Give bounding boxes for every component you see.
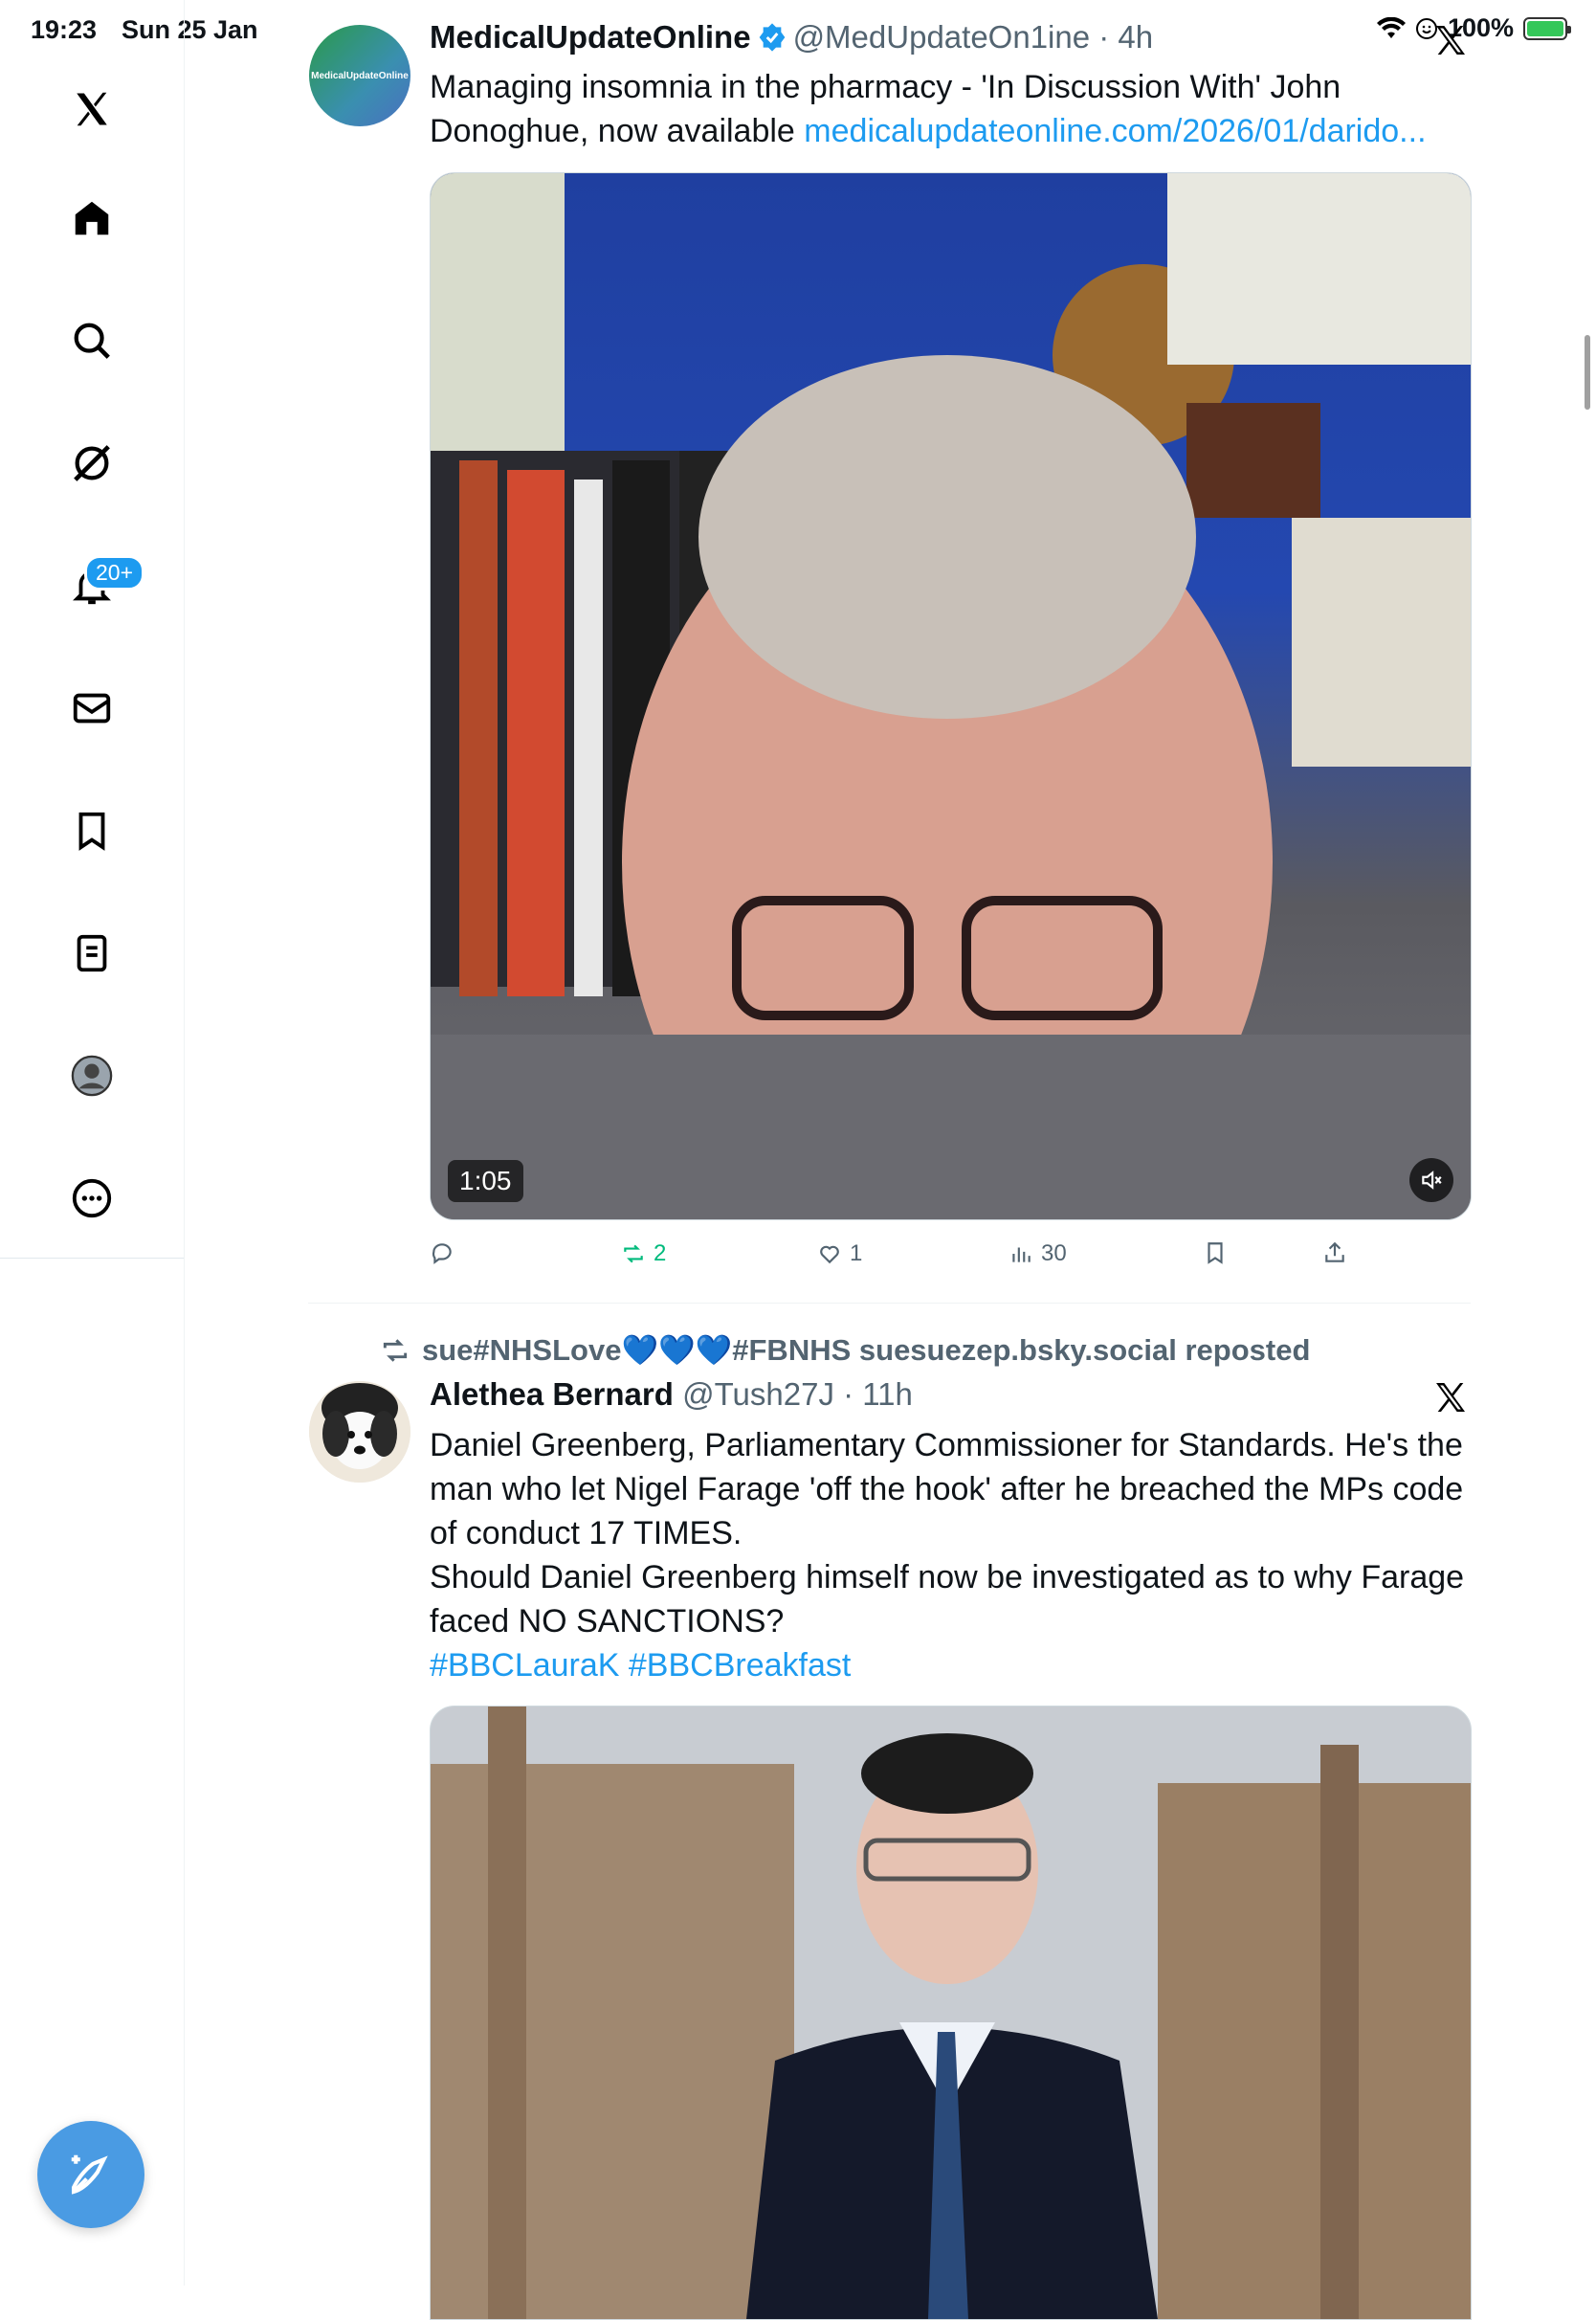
compose-button[interactable]: [37, 2121, 144, 2228]
repost-icon: [383, 1338, 408, 1362]
wifi-icon: [1376, 16, 1406, 38]
avatar[interactable]: MedicalUpdateOnline: [309, 25, 410, 126]
tweet-text-line-2: Should Daniel Greenberg himself now be i…: [430, 1559, 1465, 1640]
repost-indicator[interactable]: sue#NHSLove💙💙💙#FBNHS suesuezep.bsky.soci…: [380, 1332, 1310, 1368]
home-icon: [75, 201, 109, 235]
sidebar-item-grok[interactable]: [67, 438, 117, 488]
notifications-badge: 20+: [84, 555, 145, 591]
bookmark-icon: [1208, 1242, 1223, 1264]
tweet-photo: [431, 1707, 1471, 2319]
tweet-hashtags[interactable]: #BBCLauraK #BBCBreakfast: [430, 1643, 1473, 1687]
sidebar-item-explore[interactable]: [67, 316, 117, 366]
x-source-icon: [1436, 26, 1465, 55]
repost-by-text: sue#NHSLove💙💙💙#FBNHS suesuezep.bsky.soci…: [422, 1333, 1311, 1367]
scrollbar[interactable]: [1585, 335, 1590, 410]
share-icon: [1325, 1241, 1344, 1262]
heart-icon: [820, 1245, 839, 1264]
x-logo[interactable]: [67, 84, 117, 134]
tweet-link[interactable]: medicalupdateonline.com/2026/01/darido..…: [804, 113, 1426, 149]
sidebar: 20+: [0, 0, 185, 2286]
tweet-text: Managing insomnia in the pharmacy - 'In …: [430, 65, 1473, 153]
sidebar-item-lists[interactable]: [67, 928, 117, 978]
x-source-icon: [1436, 1383, 1465, 1412]
bookmark-icon: [78, 812, 105, 851]
tweet-image[interactable]: [430, 1706, 1472, 2320]
verified-badge-icon: [759, 23, 785, 52]
author-handle[interactable]: @MedUpdateOn1ine: [793, 19, 1091, 55]
speaker-muted-icon: [1422, 1171, 1442, 1190]
mute-button[interactable]: [1409, 1158, 1453, 1202]
tweet-actions: 2 1 30: [430, 1240, 1473, 1275]
tweet-header: MedicalUpdateOnline @MedUpdateOn1ine · 4h: [430, 19, 1153, 56]
repost-icon: [624, 1244, 643, 1263]
author-handle[interactable]: @Tush27J: [682, 1376, 834, 1412]
dog-avatar-image: [309, 1381, 410, 1483]
video-duration: 1:05: [448, 1160, 523, 1202]
sidebar-item-more[interactable]: [67, 1173, 117, 1223]
share-button[interactable]: [1322, 1240, 1347, 1265]
dot-separator: ·: [1090, 19, 1119, 55]
reply-button[interactable]: [430, 1240, 462, 1265]
tweet-time[interactable]: 11h: [862, 1376, 913, 1412]
grok-icon: [74, 445, 110, 481]
sidebar-item-messages[interactable]: [67, 683, 117, 733]
bookmark-button[interactable]: [1203, 1240, 1228, 1265]
profile-icon: [71, 1055, 113, 1097]
video-player[interactable]: 1:05: [430, 172, 1472, 1220]
reply-icon: [432, 1243, 452, 1264]
tweet-header: Alethea Bernard @Tush27J · 11h: [430, 1376, 913, 1413]
video-frame: [431, 173, 1471, 1219]
views-button[interactable]: 30: [1009, 1240, 1067, 1267]
sidebar-divider: [0, 1258, 184, 1259]
tweet-text: Daniel Greenberg, Parliamentary Commissi…: [430, 1423, 1473, 1687]
views-icon: [1012, 1247, 1031, 1262]
tweet-separator: [308, 1303, 1471, 1304]
compose-icon: [71, 2154, 108, 2195]
more-icon: [72, 1178, 112, 1218]
battery-icon: [1523, 16, 1571, 40]
avatar-text: MedicalUpdateOnline: [311, 70, 409, 81]
mail-icon: [73, 693, 111, 724]
tweet-text-line-1: Daniel Greenberg, Parliamentary Commissi…: [430, 1427, 1464, 1551]
sidebar-item-bookmarks[interactable]: [67, 806, 117, 856]
repost-button[interactable]: 2: [621, 1240, 666, 1267]
author-name[interactable]: Alethea Bernard: [430, 1376, 674, 1412]
avatar[interactable]: [309, 1381, 410, 1483]
x-logo-icon: [74, 91, 110, 127]
dot-separator: ·: [833, 1376, 863, 1412]
like-count: 1: [850, 1240, 863, 1266]
sidebar-item-profile[interactable]: [67, 1051, 117, 1101]
views-count: 30: [1041, 1240, 1067, 1266]
list-icon: [77, 934, 107, 972]
like-button[interactable]: 1: [817, 1240, 862, 1267]
sidebar-item-home[interactable]: [67, 193, 117, 243]
search-icon: [74, 323, 110, 359]
status-indicators: 100%: [1376, 13, 1571, 43]
tweet-time[interactable]: 4h: [1118, 19, 1153, 55]
author-name[interactable]: MedicalUpdateOnline: [430, 19, 751, 55]
repost-count: 2: [654, 1240, 667, 1266]
